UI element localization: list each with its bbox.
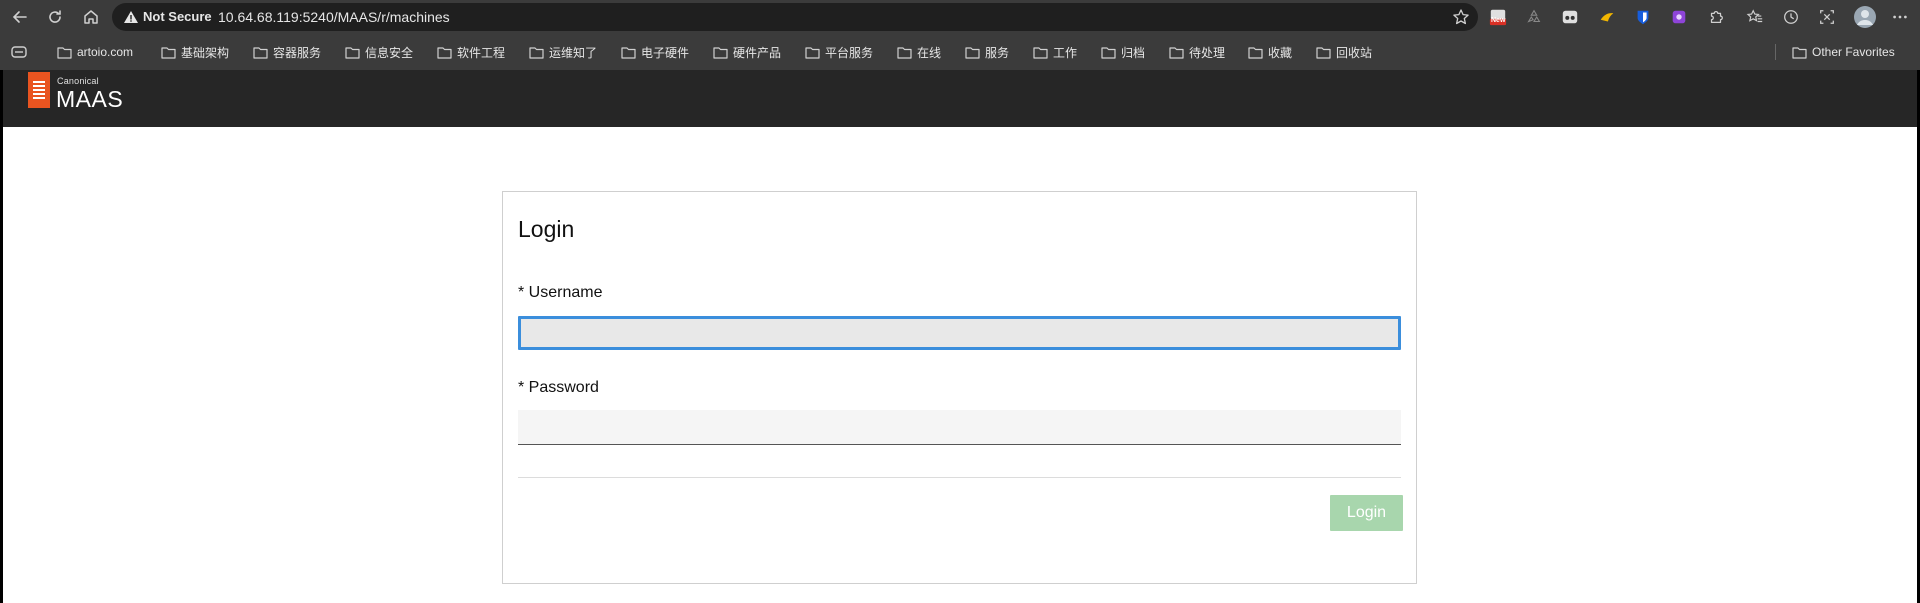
bookmark-item[interactable]: 软件工程 (437, 43, 505, 61)
browser-toolbar: Not Secure 10.64.68.119:5240/MAAS/r/mach… (0, 0, 1920, 34)
login-card: Login * Username * Password Login (502, 191, 1417, 584)
folder-icon (897, 46, 912, 59)
bookmark-label: 回收站 (1336, 45, 1373, 60)
bitwarden-icon[interactable] (1633, 7, 1653, 27)
bookmark-item[interactable]: 基础架构 (161, 43, 229, 61)
favorites-icon[interactable] (1745, 7, 1765, 27)
star-icon[interactable] (1452, 8, 1470, 26)
extensions-puzzle-icon[interactable] (1706, 7, 1726, 27)
folder-icon (1169, 46, 1184, 59)
folder-icon (253, 46, 268, 59)
bookmarks-divider (1775, 44, 1776, 60)
bookmark-label: 基础架构 (181, 45, 230, 60)
bookmark-item[interactable]: 在线 (897, 43, 941, 61)
back-icon[interactable] (8, 5, 32, 29)
bookmark-item[interactable]: 收藏 (1248, 43, 1292, 61)
login-title: Login (518, 216, 575, 242)
bookmark-label: 容器服务 (273, 45, 322, 60)
new-badge: New (1491, 17, 1506, 24)
password-input[interactable] (518, 410, 1401, 445)
bookmark-item[interactable]: 容器服务 (253, 43, 321, 61)
bookmark-label: 软件工程 (457, 45, 506, 60)
bookmark-item[interactable]: 服务 (965, 43, 1009, 61)
reader-icon[interactable] (1560, 7, 1580, 27)
tab-actions-icon[interactable] (10, 43, 28, 61)
bookmark-label: 在线 (917, 45, 942, 60)
recycle-icon[interactable] (1524, 7, 1544, 27)
bookmark-item[interactable]: 硬件产品 (713, 43, 781, 61)
folder-icon (805, 46, 820, 59)
folder-icon (437, 46, 452, 59)
folder-icon (1033, 46, 1048, 59)
folder-icon (1792, 46, 1807, 59)
bookmark-item[interactable]: artoio.com (57, 43, 133, 61)
bookmark-label: 信息安全 (365, 45, 414, 60)
bookmarks-bar: artoio.com 基础架构 容器服务 信息安全 软件工程 运维知了 电子硬件 硬件产品 平台… (0, 34, 1920, 70)
profile-avatar[interactable] (1853, 5, 1877, 29)
history-icon[interactable] (1781, 7, 1801, 27)
home-icon[interactable] (79, 5, 103, 29)
bookmark-item[interactable]: 归档 (1101, 43, 1145, 61)
warning-icon (124, 11, 138, 23)
username-label: * Username (518, 284, 603, 301)
brand-small-text: Canonical (57, 76, 99, 86)
folder-icon (57, 46, 72, 59)
bookmark-label: Other Favorites (1812, 45, 1895, 59)
folder-icon (529, 46, 544, 59)
url-text[interactable]: 10.64.68.119:5240/MAAS/r/machines (218, 9, 450, 25)
brand-title[interactable]: MAAS (56, 86, 123, 113)
folder-icon (1248, 46, 1263, 59)
bookmark-other-favorites[interactable]: Other Favorites (1792, 43, 1895, 61)
folder-icon (621, 46, 636, 59)
bookmark-label: artoio.com (77, 45, 134, 59)
bookmark-label: 运维知了 (549, 45, 598, 60)
address-bar[interactable]: Not Secure 10.64.68.119:5240/MAAS/r/mach… (112, 3, 1478, 31)
bookmark-item[interactable]: 平台服务 (805, 43, 873, 61)
translate-icon[interactable] (1597, 7, 1617, 27)
login-button[interactable]: Login (1330, 495, 1403, 531)
maas-logo-icon[interactable] (28, 72, 50, 108)
bookmark-label: 归档 (1121, 45, 1146, 60)
folder-icon (965, 46, 980, 59)
bookmark-label: 电子硬件 (641, 45, 690, 60)
bookmark-item[interactable]: 信息安全 (345, 43, 413, 61)
bookmark-label: 硬件产品 (733, 45, 782, 60)
folder-icon (345, 46, 360, 59)
security-label: Not Secure (143, 9, 212, 24)
maas-header: Canonical MAAS (3, 70, 1917, 127)
bookmark-item[interactable]: 待处理 (1169, 43, 1225, 61)
password-label: * Password (518, 379, 599, 396)
bookmark-label: 收藏 (1268, 45, 1293, 60)
news-extension-icon[interactable]: New (1488, 7, 1508, 27)
folder-icon (1316, 46, 1331, 59)
bookmark-item[interactable]: 电子硬件 (621, 43, 689, 61)
folder-icon (161, 46, 176, 59)
bookmark-label: 工作 (1053, 45, 1078, 60)
bookmark-label: 待处理 (1189, 45, 1226, 60)
folder-icon (1101, 46, 1116, 59)
bookmark-label: 服务 (985, 45, 1010, 60)
screenshot-icon[interactable] (1817, 7, 1837, 27)
bookmark-item[interactable]: 回收站 (1316, 43, 1372, 61)
form-divider (518, 477, 1401, 478)
bookmark-item[interactable]: 工作 (1033, 43, 1077, 61)
reload-icon[interactable] (43, 5, 67, 29)
username-input[interactable] (518, 316, 1401, 350)
bookmark-item[interactable]: 运维知了 (529, 43, 597, 61)
folder-icon (713, 46, 728, 59)
page-content: Canonical MAAS Login * Username * Passwo… (3, 70, 1917, 603)
bookmark-label: 平台服务 (825, 45, 874, 60)
more-icon[interactable] (1890, 7, 1910, 27)
extension-purple-icon[interactable] (1669, 7, 1689, 27)
